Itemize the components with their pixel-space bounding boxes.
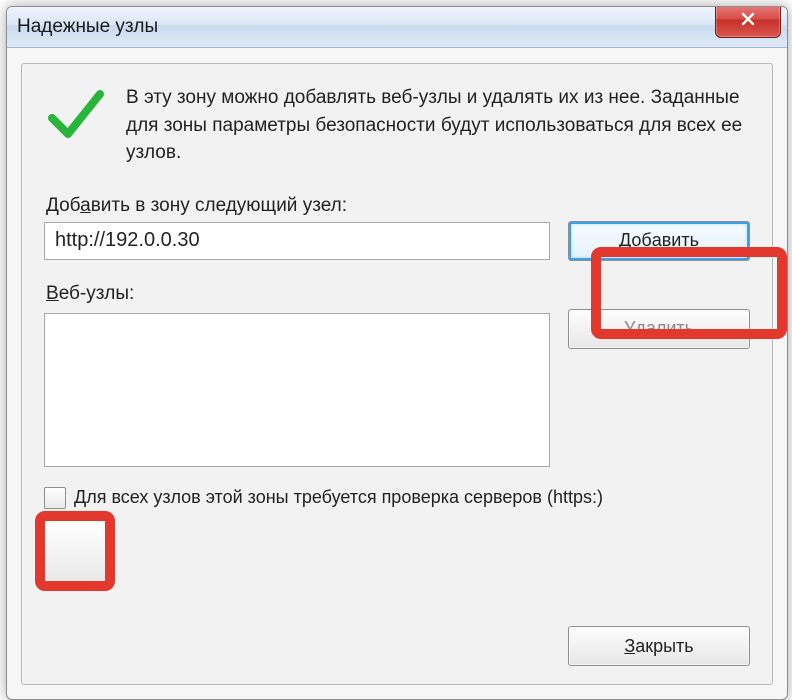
add-site-row: Добавить (44, 221, 750, 261)
checkmark-icon (44, 84, 108, 153)
window-title: Надежные узлы (17, 16, 158, 38)
dialog-window: Надежные узлы В эту зону можно добавлять… (6, 6, 788, 700)
close-button[interactable]: Закрыть (568, 626, 750, 666)
intro-text: В эту зону можно добавлять веб-узлы и уд… (126, 84, 746, 167)
intro-row: В эту зону можно добавлять веб-узлы и уд… (44, 84, 750, 167)
https-checkbox[interactable] (44, 487, 66, 509)
close-icon (740, 11, 756, 32)
dialog-footer: Закрыть (568, 626, 750, 666)
dialog-body: В эту зону можно добавлять веб-узлы и уд… (21, 63, 773, 685)
websites-listbox[interactable] (44, 313, 550, 467)
https-checkbox-label: Для всех узлов этой зоны требуется прове… (74, 487, 603, 508)
add-site-label: Добавить в зону следующий узел: (46, 195, 750, 217)
https-checkbox-row: Для всех узлов этой зоны требуется прове… (44, 487, 750, 509)
websites-label: Веб-узлы: (46, 283, 750, 305)
title-bar: Надежные узлы (7, 7, 787, 48)
window-close-button[interactable] (715, 6, 781, 38)
websites-row: Удалить (44, 309, 750, 467)
add-button[interactable]: Добавить (568, 221, 750, 261)
remove-button[interactable]: Удалить (568, 309, 750, 349)
add-site-input[interactable] (44, 222, 550, 260)
